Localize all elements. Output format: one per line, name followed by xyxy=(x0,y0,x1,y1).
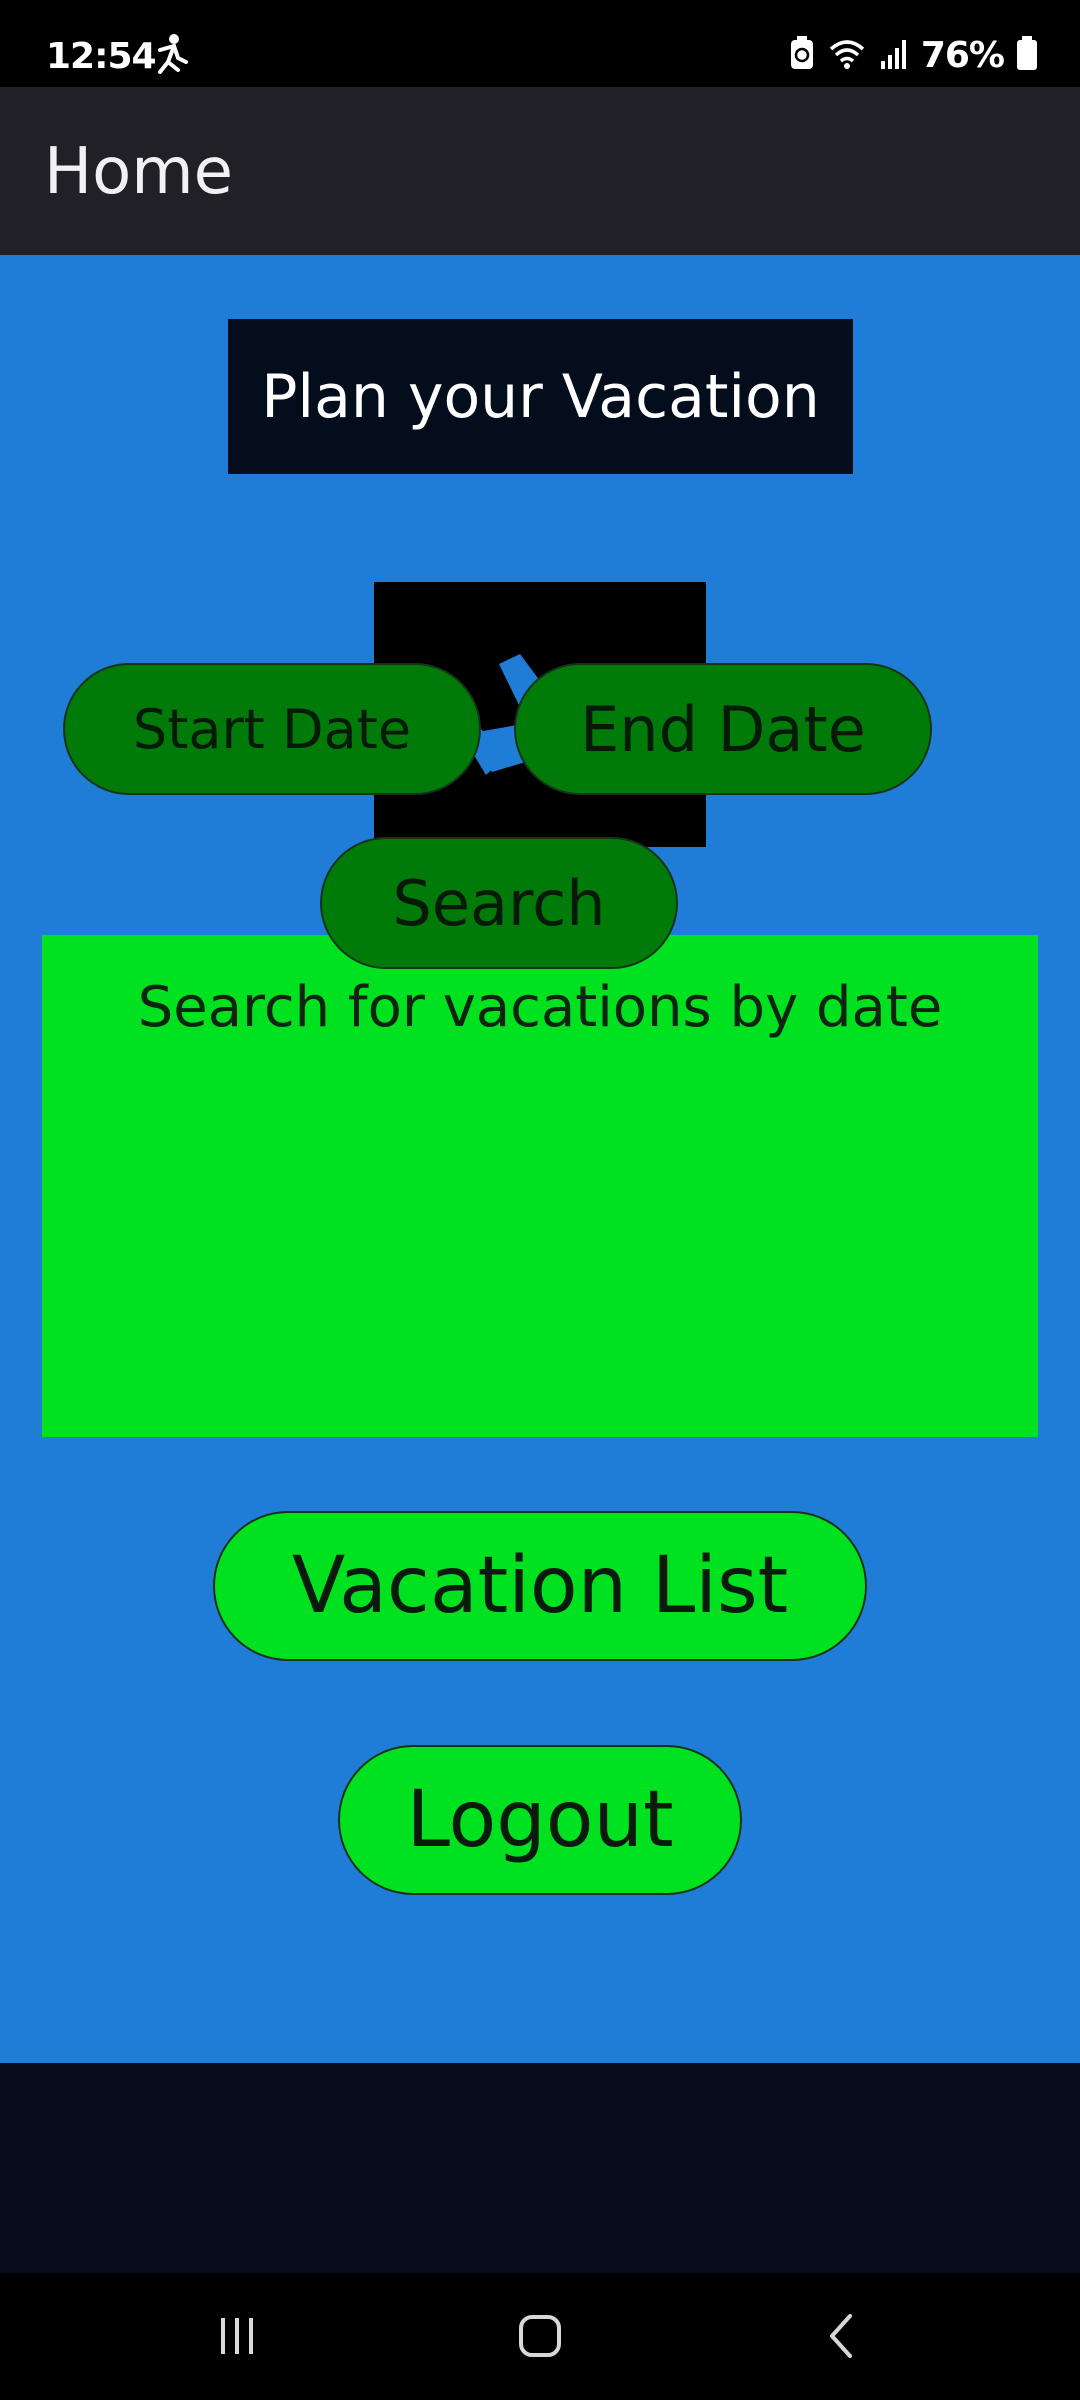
system-nav-bar xyxy=(0,2273,1080,2400)
screen: 12:54 76% Home Plan your Vacation Search… xyxy=(0,0,1080,2400)
vacation-list-button[interactable]: Vacation List xyxy=(213,1511,867,1661)
logout-button[interactable]: Logout xyxy=(338,1745,742,1895)
search-button[interactable]: Search xyxy=(320,837,678,969)
battery-icon xyxy=(1016,35,1038,75)
runner-icon xyxy=(150,32,192,78)
battery-saver-icon xyxy=(789,35,815,75)
wifi-icon xyxy=(827,35,867,75)
back-icon[interactable] xyxy=(802,2301,882,2371)
banner-text: Plan your Vacation xyxy=(261,361,820,432)
status-icons: 76% xyxy=(789,32,1038,78)
status-time: 12:54 xyxy=(46,36,157,77)
bottom-area xyxy=(0,2063,1080,2273)
home-icon[interactable] xyxy=(500,2301,580,2371)
banner: Plan your Vacation xyxy=(228,319,853,474)
main-content: Plan your Vacation Search for vacations … xyxy=(0,255,1080,2063)
status-bar: 12:54 76% xyxy=(0,0,1080,87)
battery-percent: 76% xyxy=(920,34,1005,76)
end-date-button[interactable]: End Date xyxy=(514,663,932,795)
recents-icon[interactable] xyxy=(197,2301,277,2371)
app-bar: Home xyxy=(0,87,1080,255)
search-panel-title: Search for vacations by date xyxy=(137,975,943,1040)
page-title: Home xyxy=(44,135,233,209)
start-date-button[interactable]: Start Date xyxy=(63,663,481,795)
search-panel: Search for vacations by date xyxy=(42,935,1038,1437)
signal-icon xyxy=(879,35,909,75)
